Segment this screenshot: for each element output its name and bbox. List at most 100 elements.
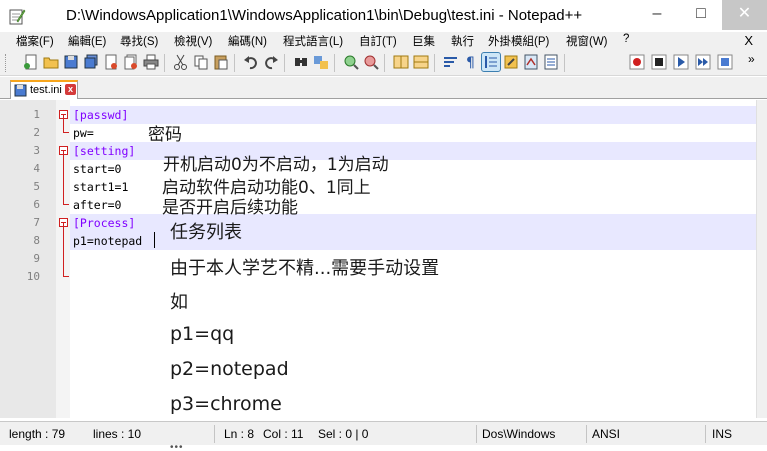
copy-icon[interactable] <box>192 53 210 71</box>
line-number: 6 <box>33 198 40 211</box>
line-number: 5 <box>33 180 40 193</box>
code-text: p1=notepad <box>73 234 143 248</box>
sync-vertical-icon[interactable] <box>392 53 410 71</box>
menu-macro[interactable]: 巨集 <box>412 33 435 49</box>
code-line: 1 [passwd] <box>0 106 756 124</box>
menu-run[interactable]: 執行 <box>451 33 474 49</box>
vertical-scrollbar[interactable] <box>756 100 767 418</box>
status-column: Col : 11 <box>263 427 304 441</box>
menu-settings[interactable]: 自訂(T) <box>359 33 397 49</box>
svg-text:¶: ¶ <box>466 55 475 71</box>
file-saved-icon <box>14 84 27 97</box>
toolbar-overflow-icon[interactable]: » <box>748 52 755 66</box>
find-icon[interactable] <box>292 53 310 71</box>
code-text: start1=1 <box>73 180 129 194</box>
status-eol: Dos\Windows <box>482 427 556 441</box>
show-all-chars-icon[interactable]: ¶ <box>462 53 480 71</box>
user-define-icon[interactable] <box>502 53 520 71</box>
tab-close-icon[interactable]: x <box>65 84 76 95</box>
close-all-icon[interactable] <box>122 53 140 71</box>
fold-line <box>63 223 64 276</box>
zoom-out-icon[interactable] <box>362 53 380 71</box>
stop-macro-icon[interactable] <box>650 53 668 71</box>
menu-file[interactable]: 檔案(F) <box>16 33 54 49</box>
replace-icon[interactable] <box>312 53 330 71</box>
status-selection: Sel : 0 | 0 <box>318 427 369 441</box>
close-window-button[interactable]: ✕ <box>722 0 767 30</box>
title-bar: D:\WindowsApplication1\WindowsApplicatio… <box>0 0 767 32</box>
save-macro-icon[interactable] <box>716 53 734 71</box>
menu-plugins[interactable]: 外掛模組(P) <box>488 33 549 49</box>
annotation-text: p1=qq <box>170 323 235 345</box>
current-line: 8 p1=notepad <box>0 232 756 250</box>
maximize-button[interactable]: □ <box>680 0 722 30</box>
annotation-text: 由于本人学艺不精...需要手动设置 <box>170 258 440 279</box>
menu-language[interactable]: 程式語言(L) <box>283 33 343 49</box>
minimize-button[interactable]: – <box>636 0 678 30</box>
menu-search[interactable]: 尋找(S) <box>120 33 158 49</box>
menu-edit[interactable]: 編輯(E) <box>68 33 106 49</box>
code-line: 2 pw= <box>0 124 756 142</box>
doc-map-icon[interactable] <box>522 53 540 71</box>
menu-bar: 檔案(F) 編輯(E) 尋找(S) 檢視(V) 編碼(N) 程式語言(L) 自訂… <box>0 32 767 50</box>
undo-icon[interactable] <box>242 53 260 71</box>
fold-line <box>63 115 64 132</box>
redo-icon[interactable] <box>262 53 280 71</box>
paste-icon[interactable] <box>212 53 230 71</box>
fold-end <box>63 276 69 277</box>
status-line-number: Ln : 8 <box>224 427 255 441</box>
record-macro-icon[interactable] <box>628 53 646 71</box>
close-file-icon[interactable] <box>102 53 120 71</box>
zoom-in-icon[interactable] <box>342 53 360 71</box>
annotation-text: 开机启动0为不启动，1为启动 <box>163 155 389 175</box>
annotation-text: p3=chrome <box>170 393 282 415</box>
print-icon[interactable] <box>142 53 160 71</box>
code-line: 5 start1=1 <box>0 178 756 196</box>
code-text: pw= <box>73 126 94 140</box>
fold-end <box>63 132 69 133</box>
window-title: D:\WindowsApplication1\WindowsApplicatio… <box>66 7 583 24</box>
status-bar: length : 79 lines : 10 Ln : 8 Col : 11 S… <box>0 421 767 445</box>
code-text: after=0 <box>73 198 122 212</box>
save-icon[interactable] <box>62 53 80 71</box>
status-encoding: ANSI <box>592 427 621 441</box>
sync-horizontal-icon[interactable] <box>412 53 430 71</box>
fold-end <box>63 204 69 205</box>
menu-encoding[interactable]: 編碼(N) <box>228 33 267 49</box>
editor-area[interactable]: 1 [passwd] 2 pw= 3 [setting] 4 start=0 5… <box>0 100 756 418</box>
line-number: 9 <box>33 252 40 265</box>
line-number: 3 <box>33 144 40 157</box>
play-macro-icon[interactable] <box>672 53 690 71</box>
close-document-button[interactable]: X <box>744 33 753 48</box>
tab-test-ini[interactable]: test.ini x <box>10 80 78 99</box>
line-number: 1 <box>33 108 40 121</box>
line-number: 10 <box>26 270 40 283</box>
toolbar-grip[interactable] <box>5 54 8 72</box>
run-macro-multiple-icon[interactable] <box>694 53 712 71</box>
text-caret <box>154 232 155 248</box>
tab-bar: test.ini x <box>0 77 767 99</box>
function-list-icon[interactable] <box>542 53 560 71</box>
resize-grip-icon[interactable]: ••• <box>170 442 184 451</box>
word-wrap-icon[interactable] <box>442 53 460 71</box>
cut-icon[interactable] <box>172 53 190 71</box>
code-text: [passwd] <box>73 108 129 122</box>
menu-view[interactable]: 檢視(V) <box>174 33 212 49</box>
notepad-plus-plus-icon[interactable] <box>8 7 26 25</box>
annotation-text: 任务列表 <box>170 222 242 243</box>
status-lines: lines : 10 <box>93 427 142 441</box>
menu-help[interactable]: ? <box>623 33 629 45</box>
new-file-icon[interactable] <box>22 53 40 71</box>
code-text: start=0 <box>73 162 122 176</box>
open-file-icon[interactable] <box>42 53 60 71</box>
line-number: 7 <box>33 216 40 229</box>
annotation-text: 密码 <box>148 125 182 145</box>
code-text: [Process] <box>73 216 136 230</box>
annotation-text: 如 <box>170 292 188 313</box>
code-line: 7 [Process] <box>0 214 756 232</box>
annotation-text: 是否开启后续功能 <box>162 198 298 218</box>
save-all-icon[interactable] <box>82 53 100 71</box>
menu-window[interactable]: 視窗(W) <box>566 33 608 49</box>
indent-guide-icon[interactable] <box>481 52 501 72</box>
line-number: 8 <box>33 234 40 247</box>
